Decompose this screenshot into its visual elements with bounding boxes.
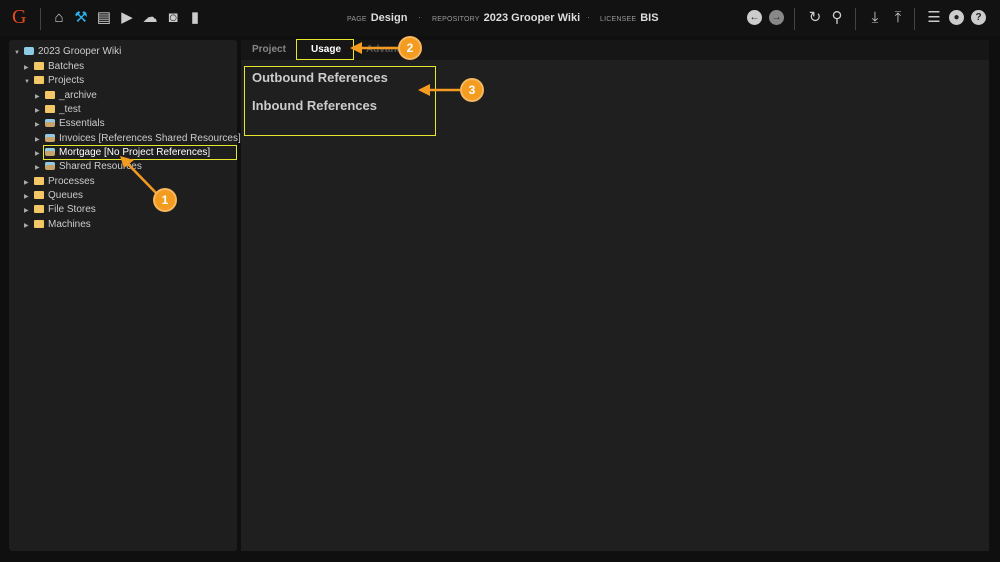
callout-arrows <box>120 42 460 198</box>
arrow-1 <box>125 161 161 198</box>
callout-badge-3: 3 <box>462 80 482 100</box>
callout-badge-2: 2 <box>400 38 420 58</box>
callout-badge-1: 1 <box>155 190 175 210</box>
